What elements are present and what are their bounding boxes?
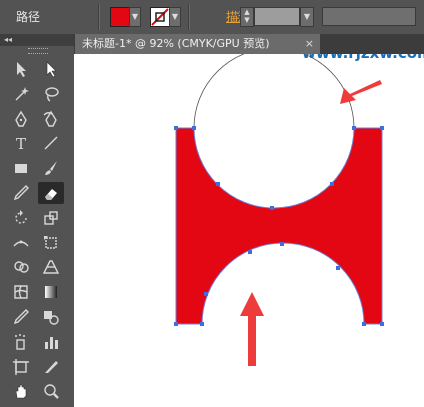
divider [188, 4, 190, 30]
anchor-point [280, 242, 284, 246]
anchor-point [330, 182, 334, 186]
tools-panel-header[interactable]: ◂◂ [0, 34, 74, 46]
stroke-color-swatch[interactable] [150, 7, 170, 27]
document-tab-bar: 未标题-1* @ 92% (CMYK/GPU 预览) × [74, 34, 424, 54]
control-bar: 路径 ▼ ▼ 描边 : ▲ ▼ ▼ [0, 0, 424, 35]
shape-builder-icon [14, 261, 29, 274]
mesh-icon [14, 285, 28, 299]
sprayer-icon [15, 333, 25, 350]
document-tab[interactable]: 未标题-1* @ 92% (CMYK/GPU 预览) × [74, 34, 320, 54]
lasso-tool[interactable] [38, 83, 64, 105]
hand-tool[interactable] [8, 380, 34, 402]
perspective-icon [42, 260, 60, 275]
lasso-icon [45, 87, 59, 102]
no-stroke-icon [151, 8, 169, 26]
close-icon[interactable]: × [305, 34, 314, 54]
slice-tool[interactable] [38, 356, 64, 378]
anchor-point [380, 322, 384, 326]
pen-icon [15, 110, 27, 127]
selection-tool[interactable] [8, 58, 34, 80]
annotation-arrow-bottom [240, 292, 264, 366]
wand-icon [15, 86, 29, 101]
arrow-icon [17, 62, 26, 77]
blend-tool[interactable] [38, 306, 64, 328]
anchor-point [200, 322, 204, 326]
scale-icon [44, 211, 58, 225]
anchor-point [248, 250, 252, 254]
shape-builder-tool[interactable] [8, 256, 34, 278]
white-arrow-icon [46, 61, 57, 78]
magic-wand-tool[interactable] [8, 83, 34, 105]
anchor-point [336, 266, 340, 270]
eraser-icon [45, 189, 57, 200]
rotate-tool[interactable] [8, 207, 34, 229]
artboard-canvas[interactable]: www.rjzxw.com [74, 54, 424, 407]
scale-tool[interactable] [38, 207, 64, 229]
stroke-dropdown-arrow[interactable]: ▼ [169, 7, 181, 27]
anchor-point [174, 126, 178, 130]
column-graph-tool[interactable] [38, 331, 64, 353]
blend-icon [44, 311, 59, 325]
direct-selection-tool[interactable] [38, 58, 64, 80]
free-transform-tool[interactable] [38, 232, 64, 254]
anchor-point [216, 182, 220, 186]
pen-tool[interactable] [8, 108, 34, 130]
divider [98, 4, 100, 30]
circle-outline [193, 54, 355, 129]
brush-icon [45, 161, 57, 176]
rotate-icon [15, 209, 27, 224]
anchor-point [192, 126, 196, 130]
anchor-point [174, 322, 178, 326]
stroke-weight-dropdown[interactable]: ▼ [300, 7, 314, 27]
pencil-icon [13, 185, 29, 201]
curvature-pen-icon [43, 110, 57, 127]
graph-icon [45, 336, 58, 349]
anchor-point [270, 206, 274, 210]
slice-icon [45, 360, 58, 373]
annotation-arrow-top-right [340, 80, 382, 104]
tools-panel: ◂◂ T [0, 34, 75, 407]
document-tab-title: 未标题-1* @ 92% (CMYK/GPU 预览) [82, 37, 270, 50]
fill-color-swatch[interactable] [110, 7, 130, 27]
mesh-tool[interactable] [8, 281, 34, 303]
svg-text:T: T [16, 135, 26, 152]
line-segment-tool[interactable] [38, 132, 64, 154]
gradient-icon [45, 286, 57, 299]
anchor-point [352, 126, 356, 130]
stroke-weight-input[interactable] [254, 7, 300, 26]
panel-grip-icon[interactable] [28, 48, 48, 54]
zoom-icon [44, 384, 59, 400]
hand-icon [15, 385, 27, 399]
artboard-icon [13, 358, 29, 375]
stroke-weight-spinner[interactable]: ▲ ▼ [240, 7, 254, 27]
type-tool[interactable]: T [8, 132, 34, 154]
anchor-point [204, 292, 208, 296]
line-icon [44, 136, 58, 150]
curvature-tool[interactable] [38, 108, 64, 130]
rectangle-tool[interactable] [8, 157, 34, 179]
type-icon: T [16, 135, 26, 152]
artwork [174, 54, 384, 366]
perspective-grid-tool[interactable] [38, 256, 64, 278]
selection-type-label: 路径 [16, 10, 41, 24]
eyedropper-tool[interactable] [8, 306, 34, 328]
artboard-tool[interactable] [8, 356, 34, 378]
anchor-point [362, 322, 366, 326]
eraser-tool[interactable] [38, 182, 64, 204]
gradient-tool[interactable] [38, 281, 64, 303]
pencil-tool[interactable] [8, 182, 34, 204]
variable-width-profile-field[interactable] [322, 7, 416, 26]
anchor-point [380, 126, 384, 130]
symbol-sprayer-tool[interactable] [8, 331, 34, 353]
width-tool[interactable] [8, 232, 34, 254]
free-transform-icon [44, 235, 57, 249]
collapse-icon[interactable]: ◂◂ [4, 35, 12, 44]
eyedropper-icon [13, 309, 29, 325]
fill-dropdown-arrow[interactable]: ▼ [129, 7, 141, 27]
zoom-tool[interactable] [38, 380, 64, 402]
width-icon [13, 240, 29, 247]
rectangle-icon [15, 164, 27, 174]
paintbrush-tool[interactable] [38, 157, 64, 179]
